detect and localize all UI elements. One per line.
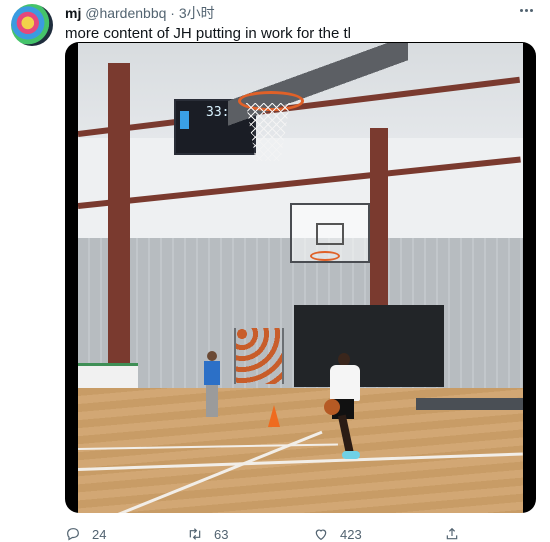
share-icon [444, 526, 460, 542]
bench [416, 398, 523, 410]
like-icon [313, 526, 329, 542]
like-button[interactable]: 423 [313, 526, 362, 542]
avatar[interactable] [11, 4, 53, 46]
wall-pad [294, 305, 444, 387]
tweet-time[interactable]: 3小时 [179, 5, 215, 21]
tweet-actions: 24 63 423 [65, 526, 535, 542]
like-count: 423 [340, 526, 362, 542]
separator-dot: · [170, 5, 175, 21]
retweet-count: 63 [214, 526, 229, 542]
far-rim [310, 251, 340, 261]
more-button[interactable] [516, 2, 536, 18]
basketball [324, 399, 340, 415]
gym-scene: 33:00 [78, 43, 523, 513]
tweet-media-video[interactable]: 33:00 [65, 42, 536, 513]
reply-icon [65, 526, 81, 542]
tweet-text: more content of JH putting in work for t… [65, 25, 351, 42]
user-handle[interactable]: @hardenbbq [85, 5, 166, 21]
share-button[interactable] [444, 526, 460, 542]
player [324, 353, 368, 463]
more-icon [519, 8, 523, 12]
display-name[interactable]: mj [65, 5, 81, 21]
scoreboard-panel [180, 111, 189, 129]
tweet-header: mj @hardenbbq · 3小时 [65, 4, 550, 22]
reply-count: 24 [92, 526, 107, 542]
ball-rack [234, 328, 284, 384]
retweet-icon [187, 526, 203, 542]
support-beam [108, 63, 130, 393]
reply-button[interactable]: 24 [65, 526, 106, 542]
bystander [202, 351, 222, 417]
retweet-button[interactable]: 63 [187, 526, 228, 542]
